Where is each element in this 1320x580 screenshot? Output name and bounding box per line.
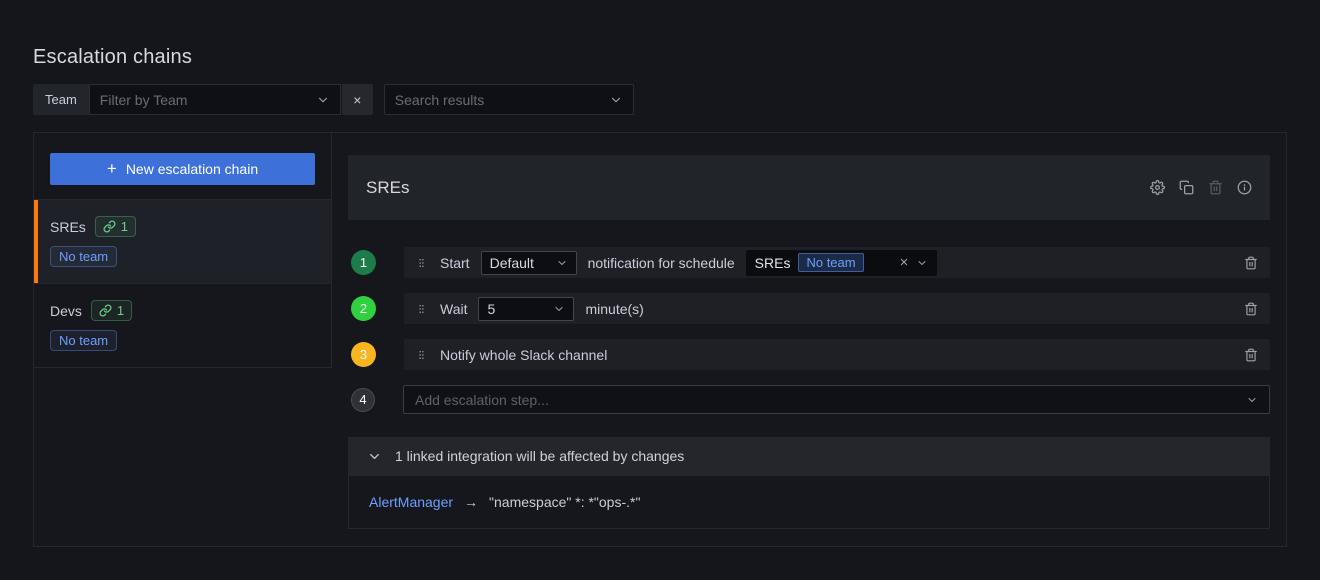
trash-icon	[1244, 302, 1258, 316]
chevron-down-icon	[316, 93, 330, 107]
step-label: Notify whole Slack channel	[440, 347, 607, 363]
new-escalation-chain-button[interactable]: + New escalation chain	[50, 153, 315, 185]
step-label: Wait	[440, 301, 467, 317]
chain-title: SREs	[366, 178, 409, 198]
chevron-down-icon	[609, 93, 623, 107]
delete-chain-button[interactable]	[1208, 180, 1223, 195]
add-escalation-step: 4 Add escalation step...	[351, 385, 1270, 414]
copy-icon	[1179, 180, 1194, 195]
step-row: Start Default notification for schedule …	[404, 247, 1270, 278]
notification-policy-value: Default	[490, 255, 534, 271]
info-icon	[1237, 180, 1252, 195]
linked-count: 1	[121, 219, 128, 234]
filter-bar: Team Filter by Team × Search results	[33, 84, 1287, 115]
copy-chain-button[interactable]	[1179, 180, 1194, 195]
trash-icon	[1208, 180, 1223, 195]
link-icon	[99, 304, 112, 317]
chain-actions	[1150, 180, 1252, 195]
linked-integrations-badge: 1	[91, 300, 132, 321]
drag-dots-icon	[416, 348, 427, 362]
escalation-steps: 1 Start Default notification for schedul…	[348, 247, 1270, 414]
chain-detail-panel: SREs 1 Start Default	[332, 133, 1286, 546]
drag-handle[interactable]	[414, 300, 429, 318]
escalation-chains-card: + New escalation chain SREs 1 No team De…	[33, 132, 1287, 547]
trash-icon	[1244, 348, 1258, 362]
link-icon	[103, 220, 116, 233]
linked-integrations-header-text: 1 linked integration will be affected by…	[395, 448, 684, 464]
chevron-down-icon	[553, 303, 565, 315]
delete-step-button[interactable]	[1244, 302, 1258, 316]
delete-step-button[interactable]	[1244, 348, 1258, 362]
integration-link[interactable]: AlertManager	[369, 494, 453, 510]
escalation-step-2: 2 Wait 5 minute(s)	[351, 293, 1270, 324]
schedule-select[interactable]: SREs No team ×	[746, 250, 938, 276]
chevron-down-icon	[916, 257, 928, 269]
wait-duration-value: 5	[487, 301, 495, 317]
team-filter-placeholder: Filter by Team	[100, 92, 308, 108]
clear-team-filter-button[interactable]: ×	[342, 84, 373, 115]
add-step-placeholder: Add escalation step...	[415, 392, 1246, 408]
linked-integrations-section: 1 linked integration will be affected by…	[348, 437, 1270, 529]
chain-name-row: Devs 1	[50, 300, 315, 321]
escalation-step-1: 1 Start Default notification for schedul…	[351, 247, 1270, 278]
step-number-badge: 2	[351, 296, 376, 321]
drag-dots-icon	[416, 302, 427, 316]
chevron-down-icon	[367, 449, 382, 464]
linked-integrations-toggle[interactable]: 1 linked integration will be affected by…	[348, 437, 1270, 475]
linked-integration-row: AlertManager → "namespace" *: *"ops-.*"	[348, 475, 1270, 529]
step-row: Wait 5 minute(s)	[404, 293, 1270, 324]
step-row: Notify whole Slack channel	[404, 339, 1270, 370]
step-label: notification for schedule	[588, 255, 735, 271]
drag-dots-icon	[416, 256, 427, 270]
page-title: Escalation chains	[33, 0, 1287, 69]
chain-list-item-devs[interactable]: Devs 1 No team	[34, 283, 331, 368]
new-escalation-chain-label: New escalation chain	[126, 161, 258, 177]
schedule-team-badge: No team	[798, 253, 863, 272]
step-label: Start	[440, 255, 470, 271]
step-number-badge: 1	[351, 250, 376, 275]
chain-header: SREs	[348, 155, 1270, 220]
chevron-down-icon	[1246, 394, 1258, 406]
wait-duration-select[interactable]: 5	[478, 297, 574, 321]
team-badge: No team	[50, 246, 117, 267]
clear-schedule-button[interactable]: ×	[900, 254, 909, 271]
team-filter-select[interactable]: Filter by Team	[89, 84, 341, 115]
plus-icon: +	[107, 160, 117, 177]
linked-count: 1	[117, 303, 124, 318]
step-label: minute(s)	[585, 301, 643, 317]
gear-icon	[1150, 180, 1165, 195]
chain-name: Devs	[50, 303, 82, 319]
escalation-step-3: 3 Notify whole Slack channel	[351, 339, 1270, 370]
route-expression: "namespace" *: *"ops-.*"	[489, 494, 640, 510]
sidebar-top: + New escalation chain	[34, 133, 331, 199]
step-number-badge: 4	[351, 388, 375, 412]
chain-list-item-sres[interactable]: SREs 1 No team	[34, 199, 331, 283]
trash-icon	[1244, 256, 1258, 270]
notification-policy-select[interactable]: Default	[481, 251, 577, 275]
chains-sidebar: + New escalation chain SREs 1 No team De…	[34, 133, 332, 368]
delete-step-button[interactable]	[1244, 256, 1258, 270]
drag-handle[interactable]	[414, 254, 429, 272]
drag-handle[interactable]	[414, 346, 429, 364]
chevron-down-icon	[556, 257, 568, 269]
step-number-badge: 3	[351, 342, 376, 367]
chain-name-row: SREs 1	[50, 216, 315, 237]
add-escalation-step-select[interactable]: Add escalation step...	[403, 385, 1270, 414]
route-arrow: →	[464, 494, 478, 510]
team-filter-label: Team	[33, 84, 89, 115]
info-button[interactable]	[1237, 180, 1252, 195]
team-badge: No team	[50, 330, 117, 351]
schedule-value: SREs	[755, 255, 791, 271]
linked-integrations-badge: 1	[95, 216, 136, 237]
chain-name: SREs	[50, 219, 86, 235]
search-results-select[interactable]: Search results	[384, 84, 634, 115]
settings-button[interactable]	[1150, 180, 1165, 195]
search-results-placeholder: Search results	[395, 92, 601, 108]
escalation-chains-page: Escalation chains Team Filter by Team × …	[0, 0, 1320, 547]
